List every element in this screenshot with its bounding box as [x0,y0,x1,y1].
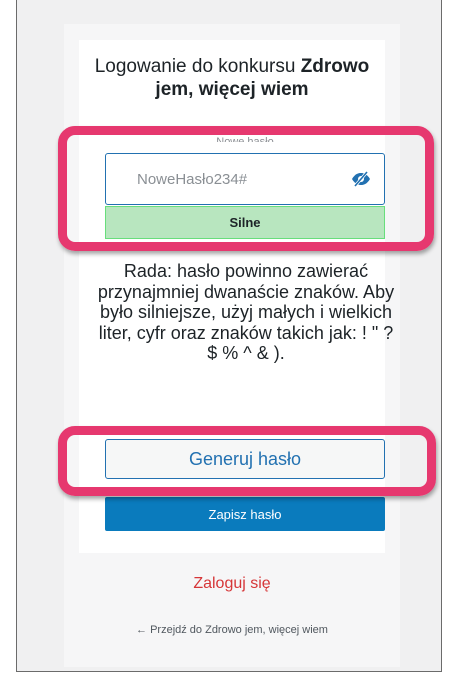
page-title: Logowanie do konkursu Zdrowo jem, więcej… [79,55,385,101]
login-link[interactable]: Zaloguj się [79,575,385,593]
back-to-site-link[interactable]: ← Przejdź do Zdrowo jem, więcej wiem [79,624,385,636]
highlight-generate-button [58,426,436,496]
save-password-button[interactable]: Zapisz hasło [105,497,385,531]
title-prefix: Logowanie do konkursu [94,56,301,77]
password-hint: Rada: hasło powinno zawierać przynajmnie… [97,261,395,363]
highlight-password-field [58,126,434,251]
